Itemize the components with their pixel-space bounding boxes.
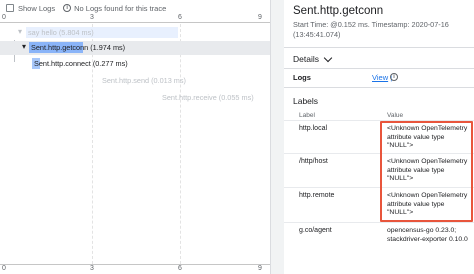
chevron-down-icon[interactable] [323, 53, 333, 62]
logs-label: Logs [293, 73, 311, 82]
span-label: Sent.http.send (0.013 ms) [102, 76, 186, 85]
show-logs-checkbox[interactable] [6, 4, 14, 12]
divider [284, 47, 474, 48]
span-label: Sent.http.getconn (1.974 ms) [31, 43, 126, 52]
axis-tick: 9 [258, 14, 262, 21]
axis-tick: 0 [2, 14, 6, 21]
collapse-icon[interactable]: ▾ [22, 42, 26, 51]
axis-tick: 3 [90, 265, 94, 272]
details-toggle[interactable]: Details [293, 53, 333, 64]
highlight-box [380, 121, 473, 222]
info-icon[interactable]: i [390, 73, 398, 81]
divider [284, 87, 474, 88]
label-key: http.local [299, 125, 328, 132]
span-title: Sent.http.getconn [293, 5, 384, 17]
axis-tick: 6 [178, 265, 182, 272]
no-logs-message: No Logs found for this trace [74, 3, 167, 13]
span-row[interactable]: ▾ say hello (5.804 ms) [0, 26, 270, 40]
span-details-panel: Sent.http.getconn Start Time: @0.152 ms.… [284, 0, 474, 274]
labels-table-header: Label Value [284, 110, 474, 120]
axis-tick: 9 [258, 265, 262, 272]
info-icon: i [63, 4, 72, 12]
span-label: Sent.http.receive (0.055 ms) [162, 93, 254, 102]
span-start-time: Start Time: @0.152 ms. Timestamp: 2020-0… [293, 20, 449, 39]
axis-tick: 6 [178, 14, 182, 21]
span-row-selected[interactable]: ▾ Sent.http.getconn (1.974 ms) [0, 41, 270, 55]
time-axis-bottom: 0 3 6 9 [0, 264, 270, 274]
label-value: opencensus-go 0.23.0; stackdriver-export… [387, 227, 468, 243]
label-row: g.co/agent opencensus-go 0.23.0; stackdr… [284, 222, 474, 256]
labels-heading: Labels [293, 96, 319, 106]
details-label: Details [293, 54, 319, 64]
span-row[interactable]: Sent.http.receive (0.055 ms) [0, 91, 270, 105]
axis-tick: 3 [90, 14, 94, 21]
time-axis-top: 0 3 6 9 [0, 13, 270, 23]
panel-divider[interactable] [270, 0, 284, 274]
span-label: Sent.http.connect (0.277 ms) [34, 59, 128, 68]
view-logs-link-text[interactable]: View [372, 73, 388, 82]
divider [284, 68, 474, 69]
label-key: g.co/agent [299, 227, 332, 234]
collapse-icon[interactable]: ▾ [18, 27, 22, 36]
label-key: /http/host [299, 158, 328, 165]
column-header-value: Value [387, 112, 404, 119]
show-logs-label[interactable]: Show Logs [18, 4, 55, 13]
span-row[interactable]: Sent.http.connect (0.277 ms) [0, 57, 270, 71]
label-key: http.remote [299, 192, 335, 199]
span-row[interactable]: Sent.http.send (0.013 ms) [0, 74, 270, 88]
trace-waterfall: Show Logs i No Logs found for this trace… [0, 0, 270, 274]
axis-tick: 0 [2, 265, 6, 272]
span-label: say hello (5.804 ms) [28, 28, 94, 37]
column-header-label: Label [299, 112, 315, 119]
